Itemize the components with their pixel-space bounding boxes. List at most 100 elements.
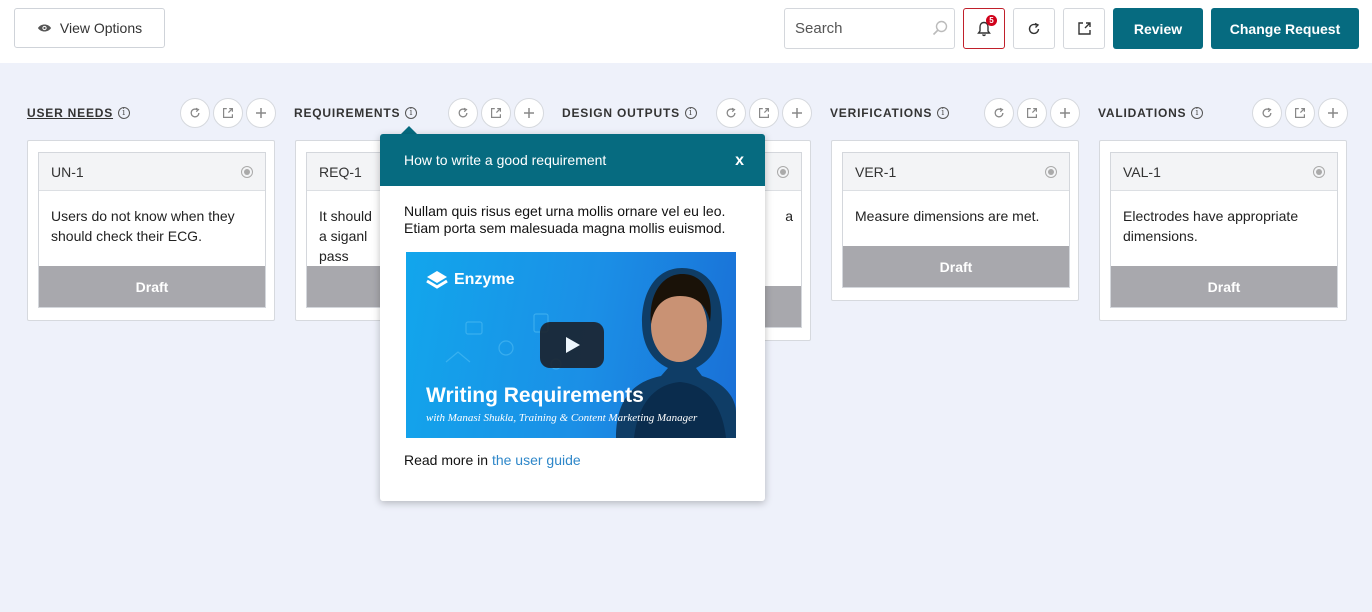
target-icon[interactable] bbox=[777, 165, 789, 178]
status-badge: Draft bbox=[1111, 266, 1337, 307]
user-guide-link[interactable]: the user guide bbox=[492, 452, 581, 468]
card-header: VAL-1 bbox=[1111, 153, 1337, 191]
open-column-button[interactable] bbox=[1285, 98, 1315, 128]
add-item-button[interactable] bbox=[1050, 98, 1080, 128]
column-title: REQUIREMENTS bbox=[294, 106, 401, 120]
add-item-button[interactable] bbox=[246, 98, 276, 128]
item-card[interactable]: UN-1 Users do not know when they should … bbox=[38, 152, 266, 308]
open-column-button[interactable] bbox=[749, 98, 779, 128]
info-icon[interactable]: i bbox=[684, 107, 697, 119]
plus-icon bbox=[792, 108, 802, 118]
search-icon bbox=[932, 20, 948, 36]
notification-badge: 5 bbox=[986, 15, 997, 26]
column-header-validations[interactable]: VALIDATIONS i bbox=[1098, 105, 1204, 121]
plus-icon bbox=[524, 108, 534, 118]
external-link-icon bbox=[759, 108, 769, 118]
column-title: DESIGN OUTPUTS bbox=[562, 106, 680, 120]
info-icon[interactable]: i bbox=[1191, 107, 1204, 119]
external-link-icon bbox=[1077, 22, 1091, 35]
card-description: Electrodes have appropriate dimensions. bbox=[1123, 208, 1299, 244]
target-icon[interactable] bbox=[1045, 165, 1057, 178]
enzyme-brand: Enzyme bbox=[454, 271, 515, 288]
column-header-requirements[interactable]: REQUIREMENTS i bbox=[294, 105, 418, 121]
refresh-icon bbox=[1262, 107, 1272, 118]
external-link-icon bbox=[223, 108, 233, 118]
refresh-column-button[interactable] bbox=[1252, 98, 1282, 128]
status-badge: Draft bbox=[843, 246, 1069, 287]
refresh-icon bbox=[726, 107, 736, 118]
status-badge: Draft bbox=[39, 266, 265, 307]
view-options-label: View Options bbox=[59, 20, 143, 36]
refresh-column-button[interactable] bbox=[448, 98, 478, 128]
external-link-icon bbox=[1027, 108, 1037, 118]
add-item-button[interactable] bbox=[1318, 98, 1348, 128]
target-icon[interactable] bbox=[1313, 165, 1325, 178]
video-title: Writing Requirements bbox=[426, 384, 644, 407]
top-toolbar: View Options 5 Review Change Request bbox=[0, 0, 1372, 63]
add-item-button[interactable] bbox=[782, 98, 812, 128]
refresh-icon bbox=[190, 107, 200, 118]
search-box[interactable] bbox=[784, 8, 955, 49]
eye-icon bbox=[37, 24, 51, 32]
card-description: Measure dimensions are met. bbox=[855, 208, 1040, 224]
info-icon[interactable]: i bbox=[937, 107, 950, 119]
plus-icon bbox=[256, 108, 266, 118]
card-header: UN-1 bbox=[39, 153, 265, 191]
info-icon[interactable]: i bbox=[405, 107, 418, 119]
external-link-icon bbox=[491, 108, 501, 118]
close-button[interactable]: x bbox=[735, 150, 744, 170]
target-icon[interactable] bbox=[241, 165, 253, 178]
refresh-column-button[interactable] bbox=[716, 98, 746, 128]
refresh-icon bbox=[1028, 22, 1040, 34]
external-link-icon bbox=[1295, 108, 1305, 118]
enzyme-logo-icon bbox=[426, 271, 448, 289]
read-more: Read more in the user guide bbox=[404, 452, 581, 468]
play-icon bbox=[566, 337, 580, 353]
plus-icon bbox=[1328, 108, 1338, 118]
card-header: VER-1 bbox=[843, 153, 1069, 191]
column-verifications: VER-1 Measure dimensions are met. Draft bbox=[831, 140, 1079, 301]
info-icon[interactable]: i bbox=[118, 107, 131, 119]
refresh-icon bbox=[458, 107, 468, 118]
card-id: VER-1 bbox=[855, 163, 897, 180]
refresh-icon bbox=[994, 107, 1004, 118]
column-header-design-outputs[interactable]: DESIGN OUTPUTS i bbox=[562, 105, 697, 121]
popover-title: How to write a good requirement bbox=[404, 152, 607, 168]
refresh-column-button[interactable] bbox=[180, 98, 210, 128]
card-description: Users do not know when they should check… bbox=[51, 208, 235, 244]
play-button[interactable] bbox=[540, 322, 604, 368]
item-card[interactable]: VAL-1 Electrodes have appropriate dimens… bbox=[1110, 152, 1338, 308]
column-title: VALIDATIONS bbox=[1098, 106, 1187, 120]
read-more-text: Read more in bbox=[404, 452, 489, 468]
card-id: UN-1 bbox=[51, 163, 84, 180]
help-popover: How to write a good requirement x Nullam… bbox=[380, 134, 765, 501]
review-button[interactable]: Review bbox=[1113, 8, 1203, 49]
video-subtitle: with Manasi Shukla, Training & Content M… bbox=[426, 412, 698, 424]
change-request-button[interactable]: Change Request bbox=[1211, 8, 1359, 49]
column-user-needs: UN-1 Users do not know when they should … bbox=[27, 140, 275, 321]
refresh-column-button[interactable] bbox=[984, 98, 1014, 128]
open-column-button[interactable] bbox=[481, 98, 511, 128]
column-title[interactable]: USER NEEDS bbox=[27, 106, 113, 120]
popover-header: How to write a good requirement x bbox=[380, 134, 765, 186]
open-column-button[interactable] bbox=[1017, 98, 1047, 128]
notifications-button[interactable]: 5 bbox=[963, 8, 1005, 49]
open-external-button[interactable] bbox=[1063, 8, 1105, 49]
card-id: VAL-1 bbox=[1123, 163, 1161, 180]
column-header-user-needs[interactable]: USER NEEDS i bbox=[27, 105, 131, 121]
column-title: VERIFICATIONS bbox=[830, 106, 933, 120]
video-thumbnail[interactable]: Enzyme Writing Requirements with Manasi … bbox=[406, 252, 736, 438]
enzyme-logo: Enzyme bbox=[426, 270, 514, 290]
plus-icon bbox=[1060, 108, 1070, 118]
view-options-button[interactable]: View Options bbox=[14, 8, 165, 48]
column-validations: VAL-1 Electrodes have appropriate dimens… bbox=[1099, 140, 1347, 321]
open-column-button[interactable] bbox=[213, 98, 243, 128]
search-input[interactable] bbox=[785, 9, 925, 48]
card-id: REQ-1 bbox=[319, 163, 362, 180]
add-item-button[interactable] bbox=[514, 98, 544, 128]
card-description: It should a siganl pass bbox=[319, 208, 372, 264]
popover-body: Nullam quis risus eget urna mollis ornar… bbox=[404, 203, 726, 236]
item-card[interactable]: VER-1 Measure dimensions are met. Draft bbox=[842, 152, 1070, 288]
refresh-button[interactable] bbox=[1013, 8, 1055, 49]
column-header-verifications[interactable]: VERIFICATIONS i bbox=[830, 105, 950, 121]
